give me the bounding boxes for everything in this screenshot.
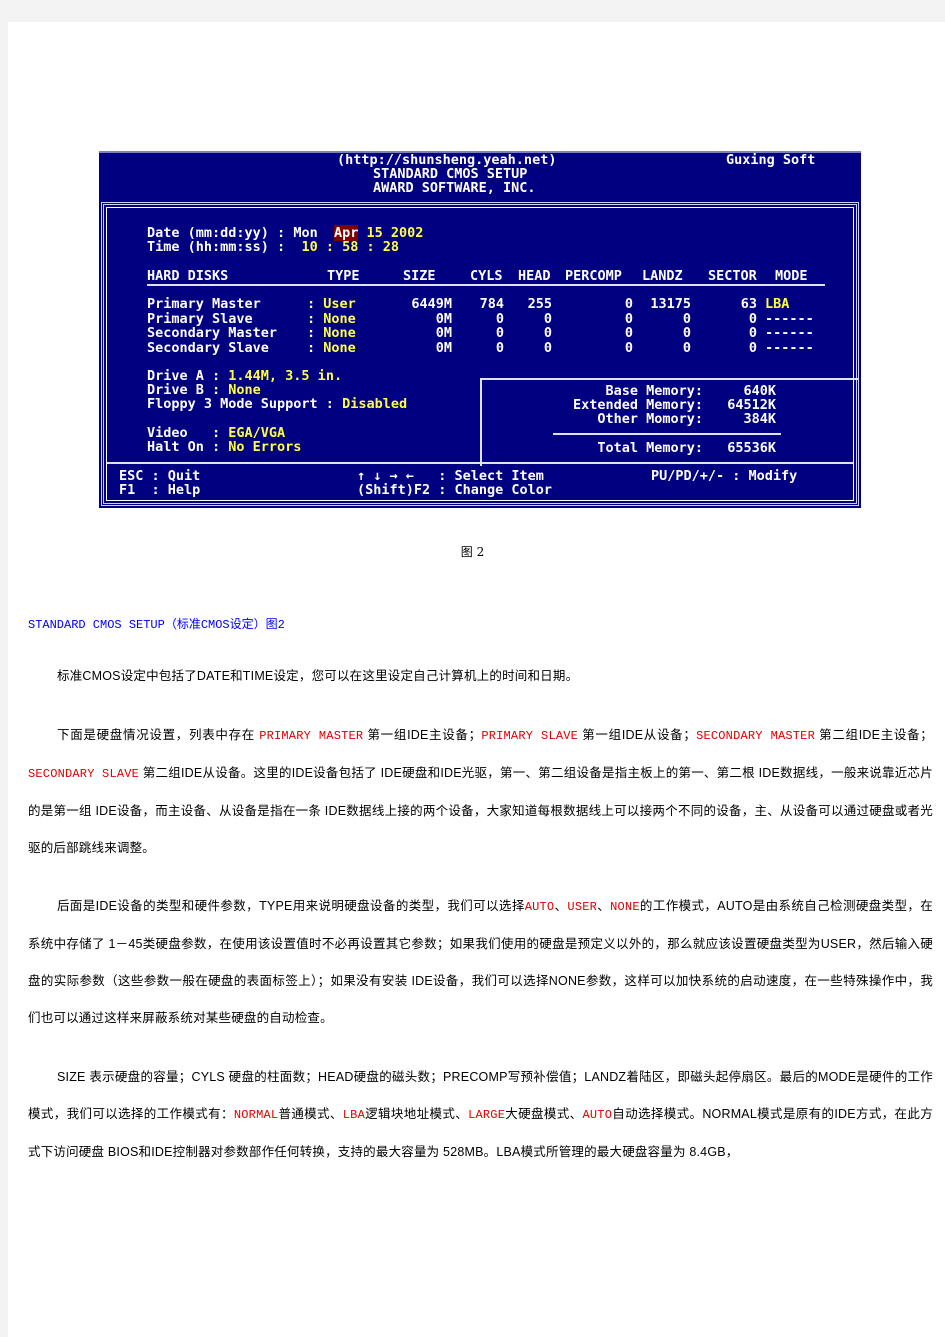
paragraph-2: 下面是硬盘情况设置，列表中存在 PRIMARY MASTER 第一组IDE主设备… <box>28 717 933 867</box>
column-header-cyls: CYLS <box>470 268 503 284</box>
highlighted-term: PRIMARY MASTER <box>259 729 364 743</box>
text-run: 普通模式、 <box>278 1107 343 1121</box>
text-run: 第二组IDE从设备。这里的IDE设备包括了 IDE硬盘和IDE光驱，第一、第二组… <box>28 766 933 855</box>
highlighted-term: NORMAL <box>233 1108 279 1122</box>
text-run: 第一组IDE从设备； <box>578 728 697 742</box>
highlighted-term: USER <box>567 900 598 914</box>
figure-caption: 图 2 <box>460 545 485 559</box>
highlighted-term: LBA <box>342 1108 365 1122</box>
column-header-head: HEAD <box>518 268 551 284</box>
highlighted-term: SECONDARY MASTER <box>696 729 815 743</box>
total-memory-label: Total Memory: <box>597 440 703 456</box>
section-heading: STANDARD CMOS SETUP（标准CMOS设定）图2 <box>28 618 285 632</box>
text-run: 后面是IDE设备的类型和硬件参数，TYPE用来说明硬盘设备的类型，我们可以选择 <box>57 899 525 913</box>
disk-mode: ------ <box>765 325 814 341</box>
paragraph-3: 后面是IDE设备的类型和硬件参数，TYPE用来说明硬盘设备的类型，我们可以选择A… <box>28 888 933 1037</box>
disk-sector: 0 <box>748 310 757 327</box>
footer-change-color[interactable]: (Shift)F2 : Change Color <box>357 483 552 498</box>
text-run: 逻辑块地址模式、 <box>365 1107 469 1121</box>
disk-name: Primary Slave <box>147 310 253 327</box>
disk-sector: 63 <box>740 296 757 312</box>
disk-sector: 0 <box>748 325 757 341</box>
footer-f1-help[interactable]: F1 : Help <box>119 483 200 498</box>
column-header-sector: SECTOR <box>708 268 757 284</box>
bios-screenshot: (http://shunsheng.yeah.net) Guxing Soft … <box>99 151 861 508</box>
halt-label: Halt On : <box>147 439 229 455</box>
memory-divider <box>553 433 781 435</box>
halt-value[interactable]: No Errors <box>228 439 301 455</box>
disk-name: Secondary Master <box>147 325 278 341</box>
bios-brand: Guxing Soft <box>726 152 816 168</box>
other-memory-label: Other Momory: <box>597 411 703 427</box>
bios-vendor: AWARD SOFTWARE, INC. <box>373 180 536 196</box>
column-header-type: TYPE <box>327 268 360 284</box>
footer-divider <box>107 462 853 464</box>
highlighted-term: NONE <box>610 900 640 914</box>
time-row[interactable]: Time (hh:mm:ss) : 10 : 58 : 28 <box>147 240 399 255</box>
column-header-size: SIZE <box>403 268 436 284</box>
highlighted-term: PRIMARY SLAVE <box>481 729 579 743</box>
text-run: 、 <box>597 899 611 913</box>
memory-panel: Base Memory: 640K Extended Memory: 64512… <box>480 378 858 466</box>
paragraph-4: SIZE 表示硬盘的容量；CYLS 硬盘的柱面数；HEAD硬盘的磁头数；PREC… <box>28 1059 933 1171</box>
highlighted-term: AUTO <box>582 1108 613 1122</box>
column-header-landz: LANDZ <box>642 268 683 284</box>
column-header-hard-disks: HARD DISKS <box>147 268 229 284</box>
disk-mode: ------ <box>765 310 814 327</box>
floppy3-label: Floppy 3 Mode Support : <box>147 396 343 412</box>
other-memory-value: 384K <box>743 411 776 427</box>
disk-mode: ------ <box>765 339 814 356</box>
footer-modify[interactable]: PU/PD/+/- : Modify <box>651 469 797 484</box>
text-run: 下面是硬盘情况设置，列表中存在 <box>57 728 260 742</box>
time-value[interactable]: 10 : 58 : 28 <box>301 239 399 255</box>
text-run: 第二组IDE主设备； <box>814 728 933 742</box>
disk-name: Secondary Slave <box>147 339 269 356</box>
header-divider <box>147 284 825 286</box>
disk-mode: LBA <box>765 296 790 312</box>
text-run: 大硬盘模式、 <box>505 1107 583 1121</box>
highlighted-term: LARGE <box>468 1108 506 1122</box>
halt-row[interactable]: Halt On : No Errors <box>147 440 301 455</box>
bios-header: (http://shunsheng.yeah.net) Guxing Soft … <box>99 153 861 201</box>
disk-sector: 0 <box>748 339 757 356</box>
floppy3-value[interactable]: Disabled <box>342 396 407 412</box>
text-run: 的工作模式，AUTO是由系统自己检测硬盘类型，在系统中存储了 1－45类硬盘参数… <box>28 899 934 1025</box>
bios-frame-inner: Date (mm:dd:yy) : Mon Apr 15 2002 Time (… <box>106 207 858 501</box>
floppy3-row[interactable]: Floppy 3 Mode Support : Disabled <box>147 397 407 412</box>
paragraph-1: 标准CMOS设定中包括了DATE和TIME设定，您可以在这里设定自己计算机上的时… <box>57 669 579 683</box>
time-label: Time (hh:mm:ss) : <box>147 239 294 255</box>
disk-name: Primary Master <box>147 296 261 312</box>
column-header-percomp: PERCOMP <box>565 268 622 284</box>
bios-frame: Date (mm:dd:yy) : Mon Apr 15 2002 Time (… <box>101 202 859 506</box>
text-run: 第一组IDE主设备； <box>363 728 482 742</box>
text-run: 、 <box>554 899 568 913</box>
column-header-mode: MODE <box>775 268 808 284</box>
total-memory-value: 65536K <box>727 440 776 456</box>
highlighted-term: AUTO <box>524 900 555 914</box>
highlighted-term: SECONDARY SLAVE <box>28 767 140 781</box>
separator: : <box>307 339 324 356</box>
